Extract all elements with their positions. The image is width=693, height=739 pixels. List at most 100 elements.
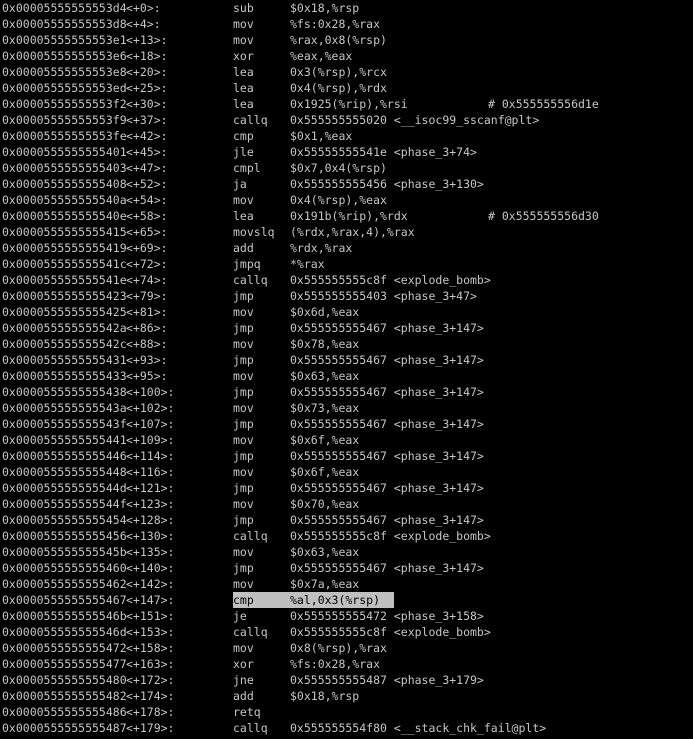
instruction-operands: *%rax xyxy=(290,257,325,271)
instruction-mnemonic: callq xyxy=(233,625,268,639)
disassembly-line[interactable]: 0x0000555555555472 <+158>: mov 0x8(%rsp),%r… xyxy=(2,640,692,656)
disassembly-line[interactable]: 0x0000555555555408 <+52>: ja 0x555555555456… xyxy=(2,176,692,192)
disassembly-line[interactable]: 0x0000555555555454 <+128>: jmp 0x5555555554… xyxy=(2,512,692,528)
instruction-mnemonic: mov xyxy=(233,465,254,479)
instruction-operands: $0x18,%rsp xyxy=(290,1,360,15)
disassembly-line[interactable]: 0x0000555555555403 <+47>: cmpl $0x7,0x4(%rs… xyxy=(2,160,692,176)
disassembly-line[interactable]: 0x000055555555540a <+54>: mov 0x4(%rsp),%ea… xyxy=(2,192,692,208)
instruction-mnemonic: jmpq xyxy=(233,257,261,271)
disassembly-line[interactable]: 0x000055555555546b <+151>: je 0x55555555547… xyxy=(2,608,692,624)
instruction-address: 0x00005555555553e1 xyxy=(2,33,127,47)
disassembly-line[interactable]: 0x000055555555542a <+86>: jmp 0x55555555546… xyxy=(2,320,692,336)
instruction-mnemonic: mov xyxy=(233,401,254,415)
instruction-offset: <+107>: xyxy=(126,417,175,431)
disassembly-line[interactable]: 0x00005555555553d8 <+4>: mov %fs:0x28,%rax xyxy=(2,16,692,32)
instruction-address: 0x000055555555546d xyxy=(2,625,127,639)
disassembly-line[interactable]: 0x000055555555542c <+88>: mov $0x78,%eax xyxy=(2,336,692,352)
instruction-mnemonic: mov xyxy=(233,433,254,447)
disassembly-line[interactable]: 0x0000555555555482 <+174>: add $0x18,%rsp xyxy=(2,688,692,704)
instruction-address: 0x0000555555555441 xyxy=(2,433,127,447)
disassembly-line[interactable]: 0x0000555555555433 <+95>: mov $0x63,%eax xyxy=(2,368,692,384)
instruction-address: 0x0000555555555480 xyxy=(2,673,127,687)
instruction-operands: $0x18,%rsp xyxy=(290,689,360,703)
disassembly-line[interactable]: 0x00005555555553e8 <+20>: lea 0x3(%rsp),%rc… xyxy=(2,64,692,80)
terminal-window[interactable]: 0x00005555555553d4 <+0>: sub $0x18,%rsp 0x00… xyxy=(0,0,693,739)
instruction-address: 0x000055555555542c xyxy=(2,337,127,351)
disassembly-line[interactable]: 0x0000555555555456 <+130>: callq 0x55555555… xyxy=(2,528,692,544)
disassembly-line[interactable]: 0x0000555555555448 <+116>: mov $0x6f,%eax xyxy=(2,464,692,480)
disassembly-line[interactable]: 0x0000555555555441 <+109>: mov $0x6f,%eax xyxy=(2,432,692,448)
disassembly-line[interactable]: 0x0000555555555431 <+93>: jmp 0x55555555546… xyxy=(2,352,692,368)
disassembly-line[interactable]: 0x0000555555555462 <+142>: mov $0x7a,%eax xyxy=(2,576,692,592)
instruction-offset: <+0>: xyxy=(126,1,161,15)
instruction-mnemonic: callq xyxy=(233,273,268,287)
disassembly-line[interactable]: 0x00005555555553e6 <+18>: xor %eax,%eax xyxy=(2,48,692,64)
disassembly-line[interactable]: 0x0000555555555487 <+179>: callq 0x55555555… xyxy=(2,720,692,736)
disassembly-line[interactable]: 0x0000555555555438 <+100>: jmp 0x5555555554… xyxy=(2,384,692,400)
instruction-offset: <+158>: xyxy=(126,641,175,655)
disassembly-line[interactable]: 0x000055555555543f <+107>: jmp 0x5555555554… xyxy=(2,416,692,432)
instruction-address: 0x000055555555544d xyxy=(2,481,127,495)
instruction-offset: <+18>: xyxy=(126,49,168,63)
instruction-operands: %rax,0x8(%rsp) xyxy=(290,33,387,47)
disassembly-line[interactable]: 0x0000555555555446 <+114>: jmp 0x5555555554… xyxy=(2,448,692,464)
disassembly-line[interactable]: 0x00005555555553e1 <+13>: mov %rax,0x8(%rsp… xyxy=(2,32,692,48)
instruction-mnemonic: lea xyxy=(233,97,254,111)
instruction-mnemonic: movslq xyxy=(233,225,275,239)
instruction-address: 0x00005555555553f9 xyxy=(2,113,127,127)
disassembly-line[interactable]: 0x0000555555555460 <+140>: jmp 0x5555555554… xyxy=(2,560,692,576)
instruction-operands: $0x78,%eax xyxy=(290,337,360,351)
disassembly-line[interactable]: 0x0000555555555477 <+163>: xor %fs:0x28,%ra… xyxy=(2,656,692,672)
instruction-mnemonic: cmpl xyxy=(233,161,261,175)
instruction-mnemonic: xor xyxy=(233,657,254,671)
instruction-address: 0x000055555555543f xyxy=(2,417,127,431)
disassembly-line[interactable]: 0x00005555555553f2 <+30>: lea 0x1925(%rip),… xyxy=(2,96,692,112)
disassembly-line[interactable]: 0x000055555555544f <+123>: mov $0x70,%eax xyxy=(2,496,692,512)
instruction-operands: 0x8(%rsp),%rax xyxy=(290,641,387,655)
instruction-operands: %al,0x3(%rsp) xyxy=(290,592,381,608)
instruction-mnemonic: mov xyxy=(233,369,254,383)
instruction-operands: (%rdx,%rax,4),%rax xyxy=(290,225,415,239)
disassembly-line[interactable]: 0x0000555555555480 <+172>: jne 0x5555555554… xyxy=(2,672,692,688)
instruction-address: 0x0000555555555482 xyxy=(2,689,127,703)
instruction-operands: 0x3(%rsp),%rcx xyxy=(290,65,387,79)
instruction-mnemonic: jmp xyxy=(233,417,254,431)
instruction-address: 0x000055555555540e xyxy=(2,209,127,223)
disassembly-line[interactable]: 0x00005555555553f9 <+37>: callq 0x555555555… xyxy=(2,112,692,128)
instruction-offset: <+135>: xyxy=(126,545,175,559)
instruction-offset: <+37>: xyxy=(126,113,168,127)
instruction-address: 0x0000555555555403 xyxy=(2,161,127,175)
instruction-mnemonic: mov xyxy=(233,641,254,655)
instruction-operands: 0x555555555467 <phase_3+147> xyxy=(290,321,484,335)
disassembly-line[interactable]: 0x000055555555541c <+72>: jmpq *%rax xyxy=(2,256,692,272)
instruction-mnemonic: jmp xyxy=(233,385,254,399)
instruction-operands: $0x7a,%eax xyxy=(290,577,360,591)
instruction-offset: <+114>: xyxy=(126,449,175,463)
instruction-operands: 0x555555555487 <phase_3+179> xyxy=(290,673,484,687)
disassembly-line[interactable]: 0x0000555555555419 <+69>: add %rdx,%rax xyxy=(2,240,692,256)
disassembly-line[interactable]: 0x000055555555545b <+135>: mov $0x63,%eax xyxy=(2,544,692,560)
instruction-mnemonic: mov xyxy=(233,545,254,559)
disassembly-line[interactable]: 0x0000555555555467 <+147>: cmp %al,0x3(%rsp… xyxy=(2,592,692,608)
instruction-address: 0x000055555555545b xyxy=(2,545,127,559)
instruction-address: 0x000055555555546b xyxy=(2,609,127,623)
disassembly-line[interactable]: 0x000055555555546d <+153>: callq 0x55555555… xyxy=(2,624,692,640)
disassembly-line[interactable]: 0x000055555555541e <+74>: callq 0x555555555… xyxy=(2,272,692,288)
instruction-address: 0x0000555555555486 xyxy=(2,705,127,719)
disassembly-line[interactable]: 0x0000555555555425 <+81>: mov $0x6d,%eax xyxy=(2,304,692,320)
disassembly-line[interactable]: 0x0000555555555486 <+178>: retq xyxy=(2,704,692,720)
instruction-offset: <+140>: xyxy=(126,561,175,575)
disassembly-line[interactable]: 0x00005555555553fe <+42>: cmp $0x1,%eax xyxy=(2,128,692,144)
disassembly-line[interactable]: 0x00005555555553d4 <+0>: sub $0x18,%rsp xyxy=(2,0,692,16)
instruction-address: 0x0000555555555419 xyxy=(2,241,127,255)
disassembly-line[interactable]: 0x0000555555555415 <+65>: movslq (%rdx,%rax… xyxy=(2,224,692,240)
disassembly-line[interactable]: 0x00005555555553ed <+25>: lea 0x4(%rsp),%rd… xyxy=(2,80,692,96)
disassembly-line[interactable]: 0x000055555555540e <+58>: lea 0x191b(%rip),… xyxy=(2,208,692,224)
disassembly-line[interactable]: 0x000055555555544d <+121>: jmp 0x5555555554… xyxy=(2,480,692,496)
disassembly-line[interactable]: 0x0000555555555423 <+79>: jmp 0x55555555540… xyxy=(2,288,692,304)
instruction-mnemonic: mov xyxy=(233,337,254,351)
disassembly-line[interactable]: 0x0000555555555401 <+45>: jle 0x55555555541… xyxy=(2,144,692,160)
instruction-address: 0x000055555555540a xyxy=(2,193,127,207)
disassembly-line[interactable]: 0x000055555555543a <+102>: mov $0x73,%eax xyxy=(2,400,692,416)
instruction-mnemonic: lea xyxy=(233,65,254,79)
